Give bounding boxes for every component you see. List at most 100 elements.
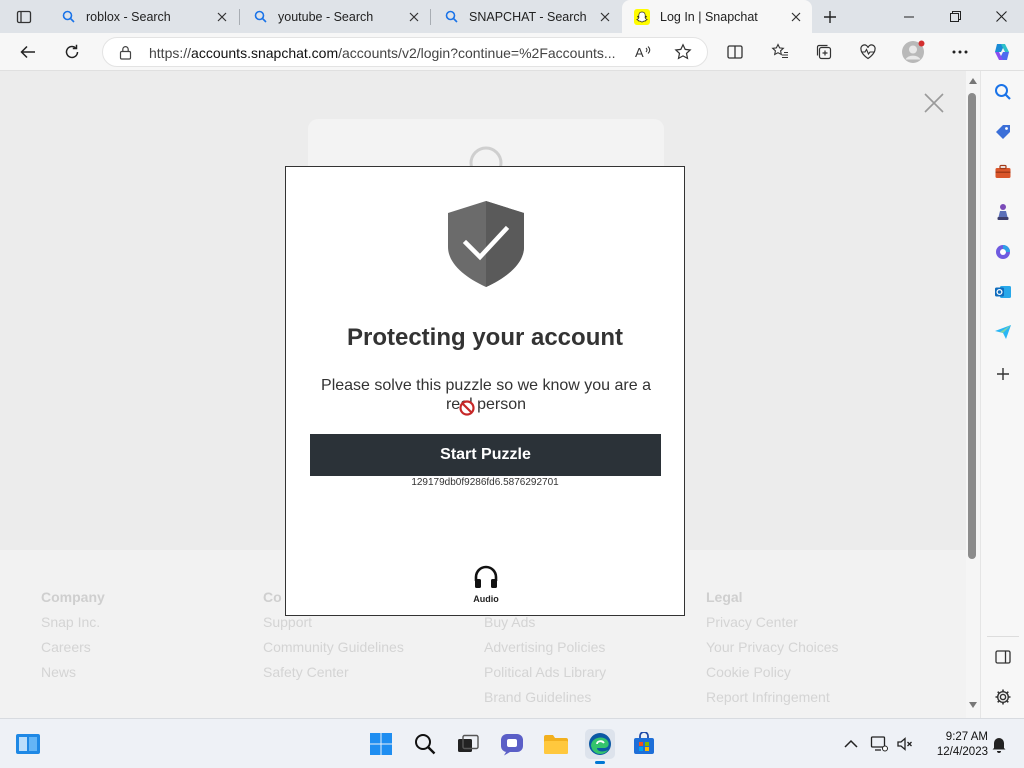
settings-more-button[interactable] — [944, 36, 976, 68]
footer-link[interactable]: Snap Inc. — [41, 610, 105, 635]
url-prefix: https:// — [149, 45, 192, 61]
url-host: accounts.snapchat.com — [191, 45, 339, 61]
session-id: 129179db0f9286fd6.5876292701 — [411, 477, 559, 488]
browser-essentials-button[interactable] — [852, 36, 884, 68]
store-bag-icon — [634, 732, 654, 754]
read-aloud-icon[interactable]: A — [635, 44, 653, 65]
tab-snapchat-search[interactable]: SNAPCHAT - Search — [431, 0, 621, 33]
sidebar-games[interactable] — [990, 199, 1016, 225]
overlay-close-button[interactable] — [920, 89, 948, 117]
footer-column-company: Company Snap Inc. Careers News — [41, 585, 105, 685]
sidebar-microsoft-365[interactable] — [990, 239, 1016, 265]
footer-link[interactable]: Safety Center — [263, 660, 404, 685]
search-icon — [443, 9, 459, 25]
tab-strip: roblox - Search youtube - Search SNAPCHA… — [0, 0, 1024, 33]
footer-column-legal: Legal Privacy Center Your Privacy Choice… — [706, 585, 839, 710]
file-explorer-button[interactable] — [541, 729, 571, 759]
url-text[interactable]: https://accounts.snapchat.com/accounts/v… — [149, 45, 619, 61]
plus-icon — [997, 368, 1009, 380]
page-scrollbar[interactable] — [966, 71, 980, 718]
captcha-modal: Protecting your account Please solve thi… — [285, 166, 685, 616]
headphones-icon — [474, 565, 498, 588]
minimize-button[interactable] — [886, 0, 932, 33]
close-icon[interactable] — [214, 9, 230, 25]
teams-chat-button[interactable] — [497, 729, 527, 759]
collections-button[interactable] — [808, 36, 840, 68]
windows-logo-icon — [370, 733, 392, 755]
snapchat-ghost-icon — [634, 8, 650, 25]
start-puzzle-button[interactable]: Start Puzzle — [310, 434, 661, 476]
refresh-button[interactable] — [56, 36, 88, 68]
footer-link[interactable]: Community Guidelines — [263, 635, 404, 660]
sidebar-drop[interactable] — [990, 319, 1016, 345]
widgets-button[interactable] — [13, 729, 43, 759]
close-icon[interactable] — [788, 9, 804, 25]
lock-icon[interactable] — [119, 45, 132, 65]
tab-title: SNAPCHAT - Search — [469, 9, 587, 24]
restore-icon — [949, 11, 961, 22]
footer-link[interactable]: Report Infringement — [706, 685, 839, 710]
footer-link[interactable]: Careers — [41, 635, 105, 660]
browser-toolbar: https://accounts.snapchat.com/accounts/v… — [0, 33, 1024, 71]
task-view-icon — [458, 734, 479, 752]
footer-link[interactable]: Privacy Center — [706, 610, 839, 635]
clock-time: 9:27 AM — [945, 731, 988, 743]
sidebar-hide-button[interactable] — [990, 644, 1016, 670]
store-button[interactable] — [629, 729, 659, 759]
profile-button[interactable] — [897, 36, 929, 68]
close-icon[interactable] — [597, 9, 613, 25]
close-icon[interactable] — [406, 9, 422, 25]
sidebar-tools[interactable] — [990, 159, 1016, 185]
folder-icon — [544, 735, 568, 754]
search-icon — [995, 84, 1011, 100]
start-button[interactable] — [366, 729, 396, 759]
taskbar-search-button[interactable] — [410, 729, 440, 759]
volume-button[interactable] — [890, 729, 920, 759]
close-window-button[interactable] — [978, 0, 1024, 33]
not-allowed-cursor-icon — [459, 400, 475, 416]
search-icon — [60, 9, 76, 25]
restore-button[interactable] — [932, 0, 978, 33]
tab-log-in-snapchat[interactable]: Log In | Snapchat — [622, 0, 812, 33]
new-tab-button[interactable] — [814, 1, 846, 33]
task-view-button[interactable] — [453, 729, 483, 759]
footer-link[interactable]: Cookie Policy — [706, 660, 839, 685]
chevron-up-icon — [844, 739, 858, 748]
edge-taskbar-button[interactable] — [585, 729, 615, 764]
tab-actions-icon — [16, 10, 32, 24]
scroll-down-arrow-icon[interactable] — [968, 701, 978, 709]
tab-youtube-search[interactable]: youtube - Search — [240, 0, 430, 33]
system-clock[interactable]: 9:27 AM 12/4/2023 — [918, 730, 988, 760]
show-hidden-icons-button[interactable] — [836, 729, 866, 759]
footer-link[interactable]: Advertising Policies — [484, 635, 606, 660]
audio-challenge-button[interactable]: Audio — [461, 565, 511, 605]
footer-link[interactable]: Political Ads Library — [484, 660, 606, 685]
scroll-up-arrow-icon[interactable] — [968, 77, 978, 85]
scroll-thumb[interactable] — [968, 93, 976, 559]
favorite-star-icon[interactable] — [674, 43, 692, 66]
search-icon — [415, 734, 436, 755]
favorites-button[interactable] — [764, 36, 796, 68]
sidebar-settings[interactable] — [990, 684, 1016, 710]
back-button[interactable] — [12, 36, 44, 68]
sidebar-outlook[interactable] — [990, 279, 1016, 305]
footer-link[interactable]: Brand Guidelines — [484, 685, 606, 710]
url-path: /accounts/v2/login?continue=%2Faccounts.… — [338, 45, 616, 61]
tab-title: youtube - Search — [278, 9, 374, 24]
address-bar[interactable]: https://accounts.snapchat.com/accounts/v… — [102, 37, 708, 67]
sidebar-shopping[interactable] — [990, 119, 1016, 145]
footer-link[interactable]: Your Privacy Choices — [706, 635, 839, 660]
notification-bell-icon — [992, 738, 1006, 753]
sidebar-search[interactable] — [990, 79, 1016, 105]
sidebar-add-button[interactable] — [990, 361, 1016, 387]
notifications-button[interactable] — [984, 729, 1014, 759]
footer-link[interactable]: News — [41, 660, 105, 685]
tab-title: Log In | Snapchat — [660, 9, 758, 24]
tab-actions-button[interactable] — [8, 1, 40, 33]
split-screen-button[interactable] — [719, 36, 751, 68]
plus-icon — [824, 11, 836, 23]
windows-taskbar: 9:27 AM 12/4/2023 — [0, 718, 1024, 768]
copilot-button[interactable] — [986, 36, 1018, 68]
modal-title: Protecting your account — [346, 324, 624, 351]
tab-roblox-search[interactable]: roblox - Search — [48, 0, 238, 33]
